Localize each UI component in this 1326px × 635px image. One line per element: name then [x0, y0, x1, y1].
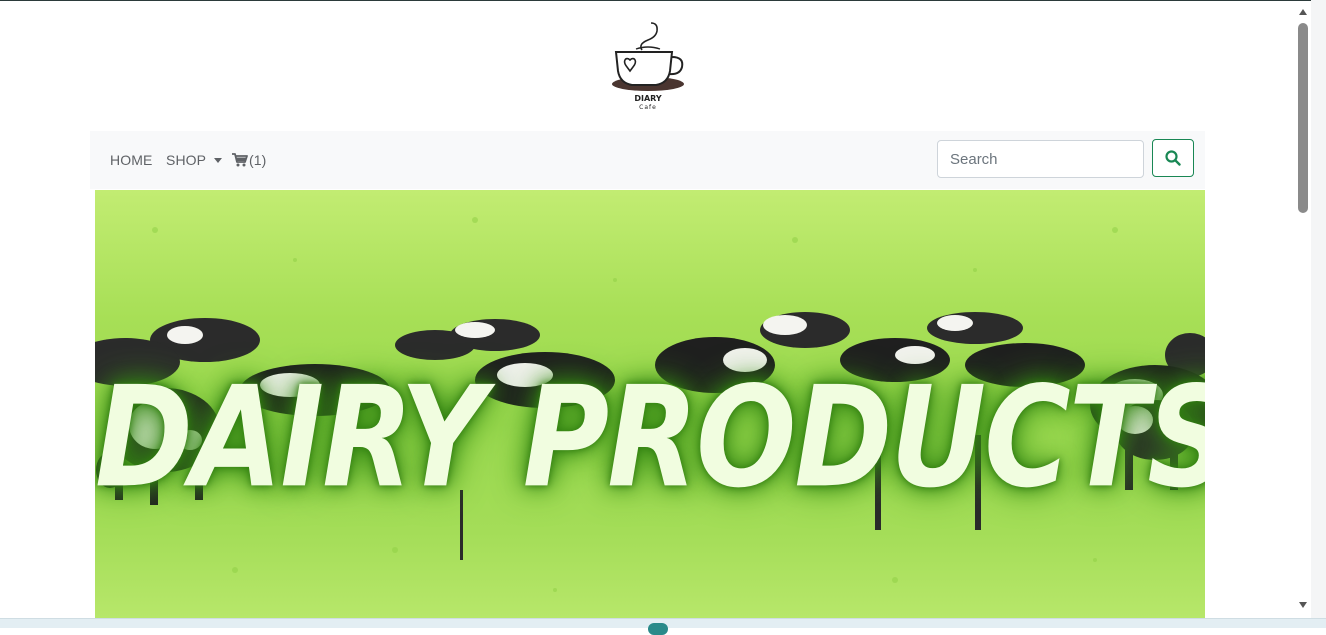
cart-count: (1)	[249, 152, 267, 168]
search-icon	[1165, 150, 1181, 166]
nav-cart-link[interactable]: (1)	[232, 152, 266, 168]
page: DIARY Cafe HOME SHOP (1) Search DAIRY PR…	[0, 1, 1311, 618]
taskbar-app-icon[interactable]	[648, 623, 668, 635]
cart-icon	[232, 153, 248, 167]
brand-logo[interactable]: DIARY Cafe	[608, 19, 688, 115]
nav-shop-label: SHOP	[166, 152, 207, 168]
logo-sub-text: Cafe	[639, 104, 657, 111]
window-right-edge	[1311, 0, 1326, 628]
nav-shop-dropdown[interactable]: SHOP	[166, 152, 223, 168]
hero-banner: DAIRY PRODUCTS	[95, 190, 1205, 618]
logo-brand-text: DIARY	[634, 94, 662, 103]
caret-down-icon	[214, 157, 223, 163]
scroll-up-arrow-icon[interactable]	[1299, 9, 1307, 15]
search-input[interactable]	[937, 140, 1144, 178]
coffee-cup-heart-icon	[612, 22, 684, 91]
scroll-down-arrow-icon[interactable]	[1299, 602, 1307, 608]
navbar: HOME SHOP (1)	[90, 131, 1205, 189]
taskbar	[0, 618, 1326, 635]
hero-title: DAIRY PRODUCTS	[95, 355, 1205, 519]
scrollbar-thumb[interactable]	[1298, 23, 1308, 213]
search-button[interactable]	[1152, 139, 1194, 177]
nav-home-link[interactable]: HOME	[110, 152, 152, 168]
vertical-scrollbar[interactable]	[1296, 1, 1311, 618]
